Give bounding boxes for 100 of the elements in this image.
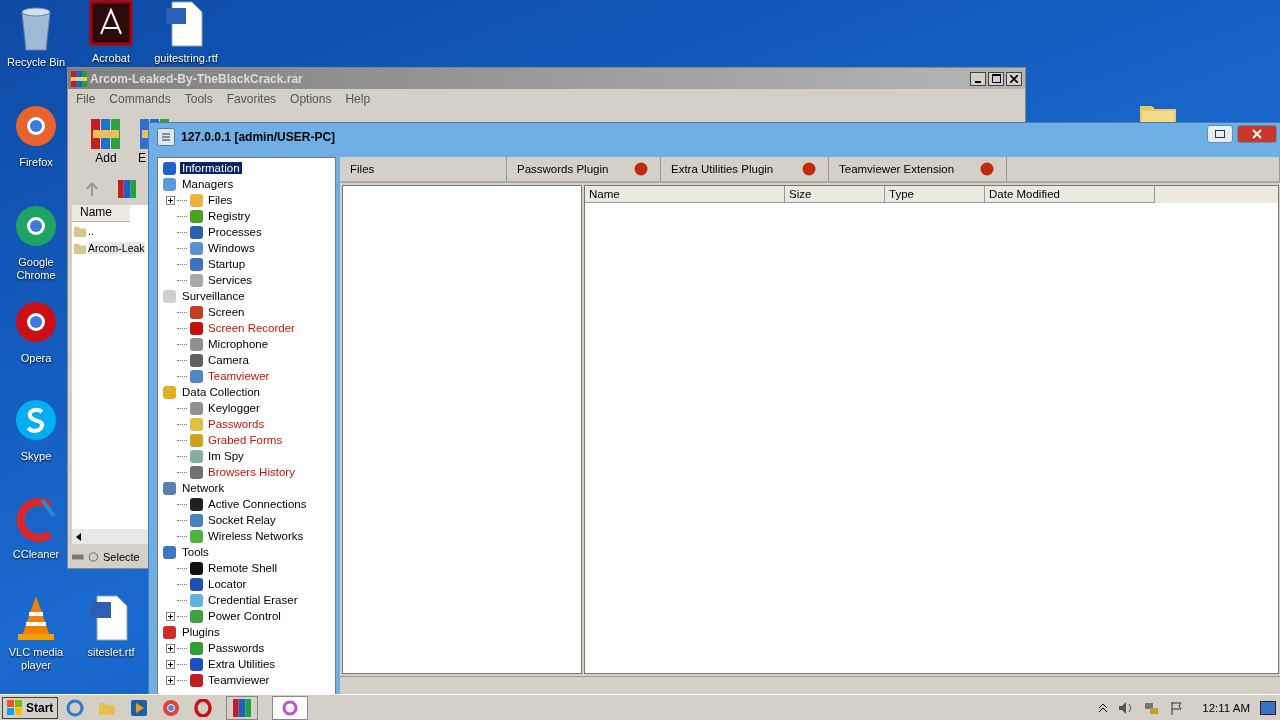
tree-item[interactable]: Windows xyxy=(206,242,257,254)
expand-icon[interactable] xyxy=(166,643,175,653)
square-icon xyxy=(189,448,204,464)
play-icon[interactable] xyxy=(130,699,149,717)
tree-item[interactable]: Locator xyxy=(206,578,249,590)
expand-icon[interactable] xyxy=(166,675,175,685)
square-icon xyxy=(189,192,204,208)
clock[interactable]: 12:11 AM xyxy=(1202,702,1250,714)
archive-icon xyxy=(89,117,123,151)
tree-item[interactable]: Remote Shell xyxy=(206,562,280,574)
tree-item[interactable]: Wireless Networks xyxy=(206,530,306,542)
file-name[interactable]: Arcom-Leak xyxy=(88,241,145,254)
show-desktop-button[interactable] xyxy=(1260,701,1276,715)
restore-button[interactable] xyxy=(1207,125,1233,143)
tree-item[interactable]: Socket Relay xyxy=(206,514,278,526)
menu-item[interactable]: Tools xyxy=(184,92,213,106)
menu-item[interactable]: Favorites xyxy=(226,92,277,106)
column-header[interactable]: Type xyxy=(885,186,985,203)
file-name[interactable]: .. xyxy=(88,224,94,237)
expand-icon[interactable] xyxy=(166,195,175,205)
menu-item[interactable]: Options xyxy=(290,92,332,106)
menu-item[interactable]: Help xyxy=(345,92,371,106)
tree-item[interactable]: Screen Recorder xyxy=(206,322,297,334)
icon-label: Firefox xyxy=(19,156,53,169)
tree-item[interactable]: Processes xyxy=(206,226,264,238)
tree-item[interactable]: Power Control xyxy=(206,610,283,622)
square-icon xyxy=(162,288,177,304)
square-icon xyxy=(162,544,177,560)
tree-item[interactable]: Microphone xyxy=(206,338,271,350)
tree-item[interactable]: Registry xyxy=(206,210,253,222)
status-text: Selecte xyxy=(103,551,140,563)
icon-label: siteslet.rtf xyxy=(87,646,135,659)
tree-item[interactable]: Surveillance xyxy=(180,290,247,302)
square-icon xyxy=(189,208,204,224)
window-title: 127.0.0.1 [admin/USER-PC] xyxy=(181,130,337,144)
square-icon xyxy=(162,384,177,400)
tree-item[interactable]: Teamviewer xyxy=(206,370,272,382)
tree-item[interactable]: Browsers History xyxy=(206,466,297,478)
tree-item[interactable]: Im Spy xyxy=(206,450,246,462)
browser-icon[interactable] xyxy=(194,699,213,717)
maximize-button[interactable] xyxy=(988,71,1004,86)
menu-icon[interactable] xyxy=(157,128,175,146)
tree-item[interactable]: Tools xyxy=(180,546,211,558)
tree-item[interactable]: Data Collection xyxy=(180,386,262,398)
column-header[interactable]: Name xyxy=(72,205,130,222)
tree-item[interactable]: Files xyxy=(206,194,235,206)
tab[interactable]: Teamviewer Extension xyxy=(829,157,1007,181)
tab[interactable]: Files xyxy=(340,157,507,181)
minimize-icon xyxy=(975,80,981,83)
icon-label: guitestring.rtf xyxy=(154,52,218,65)
caret-left-icon[interactable] xyxy=(76,532,82,541)
square-icon xyxy=(189,400,204,416)
tree-item[interactable]: Startup xyxy=(206,258,248,270)
tree-item[interactable]: Passwords xyxy=(206,418,267,430)
tree-item[interactable]: Keylogger xyxy=(206,402,262,414)
tree-item[interactable]: Credential Eraser xyxy=(206,594,300,606)
icon-label: Skype xyxy=(20,450,52,463)
browser-icon[interactable] xyxy=(162,699,181,717)
tree-item[interactable]: Plugins xyxy=(180,626,222,638)
pdf-icon[interactable] xyxy=(89,0,133,48)
minimize-button[interactable] xyxy=(970,71,986,86)
chevron-up-icon[interactable] xyxy=(1098,703,1109,713)
close-icon xyxy=(1252,129,1262,139)
square-icon xyxy=(162,160,177,176)
start-button[interactable]: Start xyxy=(2,697,59,719)
square-icon xyxy=(189,256,204,272)
tree-item[interactable]: Screen xyxy=(206,306,247,318)
tree-item[interactable]: Active Connections xyxy=(206,498,309,510)
network-icon[interactable] xyxy=(1144,701,1161,715)
tab[interactable]: Passwords Plugin xyxy=(507,157,661,181)
tree-item[interactable]: Network xyxy=(180,482,227,494)
close-button[interactable] xyxy=(1006,71,1022,86)
ring-icon xyxy=(282,700,299,716)
taskbar-app[interactable] xyxy=(226,696,259,720)
square-icon xyxy=(189,672,204,688)
menu-item[interactable]: Commands xyxy=(109,92,171,106)
tree-item[interactable]: Teamviewer xyxy=(206,674,272,686)
scrollbar[interactable] xyxy=(72,529,150,544)
taskbar-app[interactable] xyxy=(272,696,309,720)
column-header[interactable]: Date Modified xyxy=(985,186,1155,203)
square-icon xyxy=(189,640,204,656)
square-icon xyxy=(162,480,177,496)
toolbar-button[interactable]: Add xyxy=(88,111,124,173)
expand-icon[interactable] xyxy=(166,659,175,669)
tree-item[interactable]: Information xyxy=(180,162,242,174)
tree-item[interactable]: Camera xyxy=(206,354,251,366)
tree-item[interactable]: Services xyxy=(206,274,255,286)
icon-label: VLC media player xyxy=(7,646,65,672)
tree-item[interactable]: Managers xyxy=(180,178,236,190)
expand-icon[interactable] xyxy=(166,611,175,621)
tab[interactable]: Extra Utilities Plugin xyxy=(661,157,829,181)
square-icon xyxy=(189,496,204,512)
column-header[interactable]: Name xyxy=(585,186,785,203)
column-header[interactable]: Size xyxy=(785,186,885,203)
tree-item[interactable]: Extra Utilities xyxy=(206,658,278,670)
tree-item[interactable]: Grabed Forms xyxy=(206,434,285,446)
tree-item[interactable]: Passwords xyxy=(206,642,267,654)
square-icon xyxy=(189,656,204,672)
menu-item[interactable]: File xyxy=(76,92,96,106)
flag-icon[interactable] xyxy=(1170,701,1185,715)
